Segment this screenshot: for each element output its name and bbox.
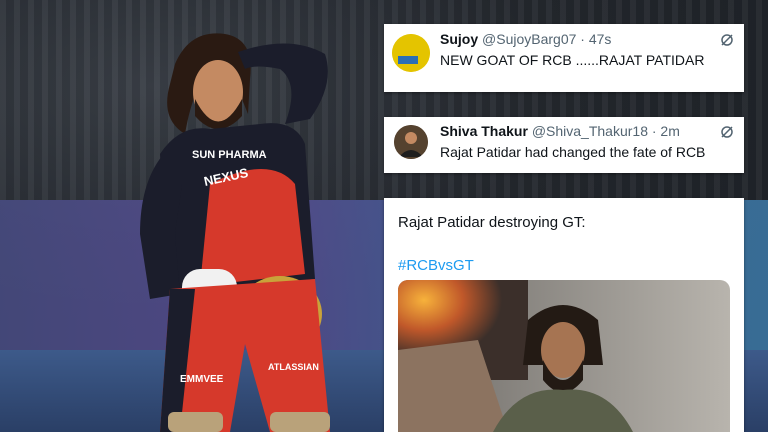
- tweet-header: Sujoy @SujoyBarg07 · 47s: [440, 31, 611, 47]
- tweet-card-shiva-thakur[interactable]: Shiva Thakur @Shiva_Thakur18 · 2m Rajat …: [384, 117, 744, 173]
- hashtag-link[interactable]: #RCBvsGT: [398, 257, 474, 274]
- user-handle[interactable]: @Shiva_Thakur18: [532, 123, 648, 139]
- tweet-text: Rajat Patidar had changed the fate of RC…: [440, 144, 706, 160]
- cricketer-photo: SUN PHARMA NEXUS EMMVEE ATLASSIAN: [140, 33, 330, 432]
- avatar[interactable]: [392, 34, 430, 72]
- avatar-person-icon: [394, 125, 428, 159]
- timestamp[interactable]: · 47s: [580, 31, 611, 47]
- tweet-text: Rajat Patidar destroying GT:: [398, 214, 586, 231]
- jersey-sponsor-top: SUN PHARMA: [192, 149, 267, 161]
- user-handle[interactable]: @SujoyBarg07: [482, 31, 576, 47]
- tweet-header: Shiva Thakur @Shiva_Thakur18 · 2m: [440, 123, 680, 139]
- grok-icon[interactable]: [720, 125, 734, 139]
- trouser-sponsor-2: ATLASSIAN: [268, 362, 319, 372]
- timestamp[interactable]: · 2m: [652, 123, 680, 139]
- tweet-card-sujoy[interactable]: Sujoy @SujoyBarg07 · 47s NEW GOAT OF RCB…: [384, 24, 744, 92]
- tweet-text: NEW GOAT OF RCB ......RAJAT PATIDAR: [440, 52, 705, 68]
- trouser-sponsor: EMMVEE: [180, 374, 224, 385]
- tweet-card-meme[interactable]: Rajat Patidar destroying GT: #RCBvsGT: [384, 198, 744, 432]
- display-name[interactable]: Sujoy: [440, 31, 478, 47]
- avatar-ball-icon: [392, 34, 430, 72]
- tweet-media-image[interactable]: [398, 280, 730, 432]
- avatar[interactable]: [394, 125, 428, 159]
- display-name[interactable]: Shiva Thakur: [440, 123, 528, 139]
- grok-icon[interactable]: [720, 33, 734, 47]
